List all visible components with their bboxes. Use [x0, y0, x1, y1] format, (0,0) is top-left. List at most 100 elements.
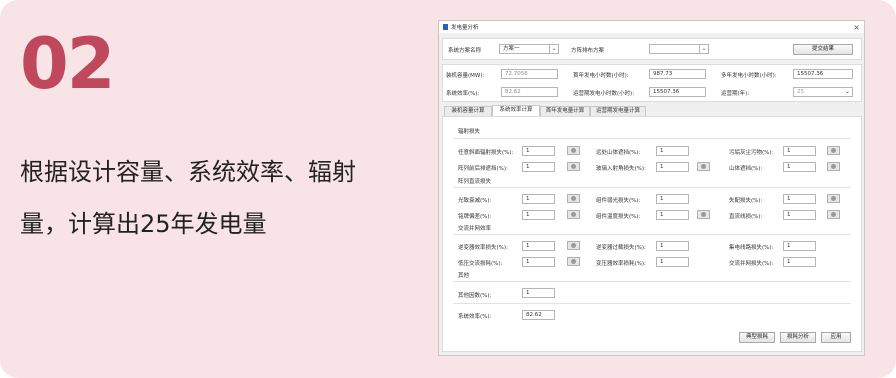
mismatch-calc-button[interactable]: [827, 194, 840, 203]
divider: [453, 138, 851, 139]
transformer-field[interactable]: 1: [656, 257, 689, 267]
mismatch-label: 失配损失(%):: [729, 198, 763, 204]
efficiency-tab-content: 辐射损失 任意斜面辐射损失(%): 1 远处山体遮挡(%): 1 污垢灰尘污物(…: [442, 116, 862, 352]
op-period-select[interactable]: 25 ⌄: [793, 87, 853, 97]
system-eff-field[interactable]: 82.62: [522, 310, 555, 320]
power-analysis-window: 发电量分析 × 系统方案名称 方案一 ⌄ 方阵排布方案 ⌄ 提交结果 装机容量(…: [438, 20, 865, 356]
temperature-calc-button[interactable]: [697, 210, 710, 219]
other-factor-field[interactable]: 1: [522, 288, 555, 298]
divider: [453, 187, 851, 188]
chevron-down-icon: ⌄: [699, 45, 708, 53]
capacity-label: 装机容量(MW):: [446, 73, 485, 79]
step-number: 02: [20, 23, 115, 105]
op-hours-field[interactable]: 15507.36: [649, 87, 706, 97]
circle-icon: [571, 196, 576, 201]
other-factor-label: 其他因数(%):: [458, 293, 492, 299]
array-label: 方阵排布方案: [571, 48, 605, 54]
op-hours-label: 运营期发电小时数(小时):: [573, 91, 635, 97]
circle-icon: [831, 148, 836, 153]
scheme-select-value: 方案一: [503, 46, 520, 52]
efficiency-field[interactable]: 82.62: [501, 87, 558, 97]
multi-year-hours-label: 多年发电小时数(小时):: [721, 73, 777, 79]
circle-icon: [571, 212, 576, 217]
op-period-value: 25: [797, 89, 804, 95]
array-shade-label: 阵列前后排遮挡(%):: [458, 166, 508, 172]
inverter-field[interactable]: 1: [522, 241, 555, 251]
tab-operation[interactable]: 运营期发电量计算: [590, 106, 646, 116]
far-shade-field[interactable]: 1: [656, 146, 689, 156]
mismatch-field[interactable]: 1: [783, 194, 816, 204]
dc-line-calc-button[interactable]: [827, 210, 840, 219]
inverter-calc-button[interactable]: [567, 241, 580, 250]
window-titlebar: 发电量分析 ×: [439, 21, 864, 33]
deviation-label: 铭牌偏差(%):: [458, 214, 492, 220]
weak-light-field[interactable]: 1: [656, 194, 689, 204]
degradation-calc-button[interactable]: [567, 194, 580, 203]
section-radiation: 辐射损失: [458, 129, 481, 135]
divider: [453, 281, 851, 282]
efficiency-label: 系统效率(%):: [446, 91, 480, 97]
incidence-label: 玻璃入射角损失(%):: [596, 166, 646, 172]
dc-line-label: 直流线损(%):: [729, 214, 763, 220]
dc-line-field[interactable]: 1: [783, 210, 816, 220]
description-line-2: 量，计算出25年发电量: [20, 210, 267, 238]
scheme-select[interactable]: 方案一 ⌄: [499, 44, 559, 54]
grid-field[interactable]: 1: [783, 257, 816, 267]
tilt-loss-label: 任意斜面辐射损失(%):: [458, 150, 514, 156]
array-shade-field[interactable]: 1: [522, 162, 555, 172]
submit-result-button[interactable]: 提交结果: [793, 44, 853, 55]
summary-panel: 装机容量(MW): 72.7056 首年发电小时数(小时): 987.73 多年…: [442, 64, 862, 102]
mountain-shade-field[interactable]: 1: [783, 162, 816, 172]
chevron-down-icon: ⌄: [549, 45, 558, 53]
op-period-label: 运营期(年):: [721, 91, 750, 97]
apply-button[interactable]: 应用: [821, 332, 851, 343]
circle-icon: [571, 164, 576, 169]
dust-label: 污垢灰尘污物(%):: [729, 150, 774, 156]
collector-field[interactable]: 1: [783, 241, 816, 251]
mountain-shade-calc-button[interactable]: [827, 162, 840, 171]
overload-field[interactable]: 1: [656, 241, 689, 251]
section-other: 其他: [458, 273, 470, 279]
deviation-field[interactable]: 1: [522, 210, 555, 220]
transformer-label: 变压器效率损耗(%):: [596, 261, 646, 267]
lv-ac-field[interactable]: 1: [522, 257, 555, 267]
incidence-calc-button[interactable]: [697, 162, 710, 171]
close-icon[interactable]: ×: [853, 23, 860, 32]
first-year-hours-field[interactable]: 987.73: [649, 69, 706, 79]
dust-calc-button[interactable]: [827, 146, 840, 155]
system-eff-label: 系统效率(%):: [458, 314, 492, 320]
circle-icon: [571, 148, 576, 153]
tilt-loss-field[interactable]: 1: [522, 146, 555, 156]
lv-ac-calc-button[interactable]: [567, 257, 580, 266]
inverter-label: 逆变器效率损失(%):: [458, 245, 508, 251]
degradation-label: 光致衰减(%):: [458, 198, 492, 204]
step-description: 根据设计容量、系统效率、辐射 量，计算出25年发电量: [20, 146, 420, 250]
divider: [453, 303, 851, 304]
deviation-calc-button[interactable]: [567, 210, 580, 219]
tab-capacity[interactable]: 装机容量计算: [444, 106, 492, 116]
overload-label: 逆变器过载损失(%):: [596, 245, 646, 251]
incidence-field[interactable]: 1: [656, 162, 689, 172]
tilt-loss-calc-button[interactable]: [567, 146, 580, 155]
loss-analysis-button[interactable]: 损耗分析: [780, 332, 816, 343]
scheme-panel: 系统方案名称 方案一 ⌄ 方阵排布方案 ⌄ 提交结果: [442, 38, 862, 60]
window-title: 发电量分析: [451, 25, 479, 31]
temperature-label: 组件温度损失(%):: [596, 214, 641, 220]
array-select[interactable]: ⌄: [649, 44, 709, 54]
scheme-label: 系统方案名称: [448, 48, 482, 54]
grid-label: 交流并网损失(%):: [729, 261, 774, 267]
multi-year-hours-field[interactable]: 15507.36: [793, 69, 853, 79]
description-line-1: 根据设计容量、系统效率、辐射: [20, 158, 356, 186]
capacity-field[interactable]: 72.7056: [501, 69, 558, 79]
typical-loss-button[interactable]: 典型损耗: [739, 332, 775, 343]
weak-light-label: 组件弱光损失(%):: [596, 198, 641, 204]
dust-field[interactable]: 1: [783, 146, 816, 156]
far-shade-label: 远处山体遮挡(%):: [596, 150, 641, 156]
degradation-field[interactable]: 1: [522, 194, 555, 204]
mountain-shade-label: 山体遮挡(%):: [729, 166, 763, 172]
tab-first-year[interactable]: 首年发电量计算: [540, 106, 590, 116]
circle-icon: [701, 164, 706, 169]
tab-efficiency[interactable]: 系统效率计算: [492, 105, 540, 116]
array-shade-calc-button[interactable]: [567, 162, 580, 171]
temperature-field[interactable]: 1: [656, 210, 689, 220]
